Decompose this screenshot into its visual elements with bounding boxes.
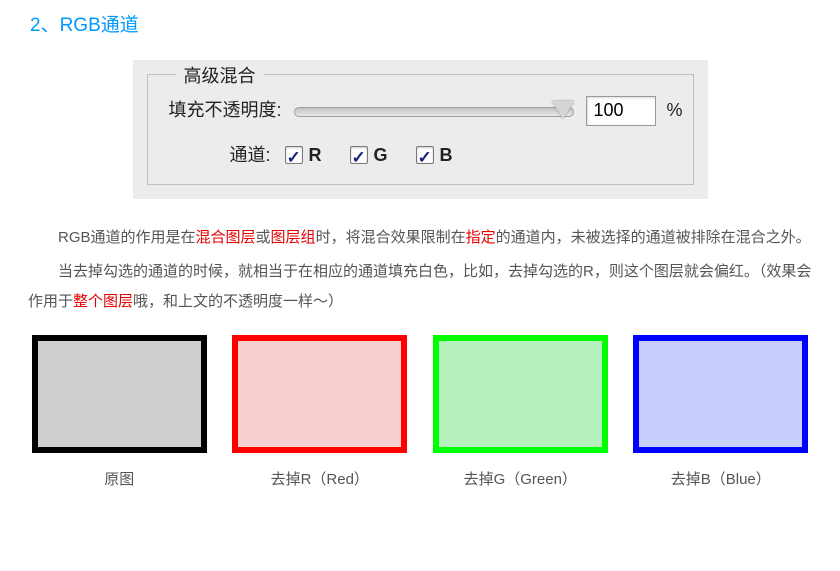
channel-b-item[interactable]: B [416, 140, 453, 171]
advanced-blend-panel: 高级混合 填充不透明度: % 通道: R [133, 60, 708, 199]
p1-r3: 指定 [466, 229, 496, 246]
opacity-label: 填充不透明度: [162, 95, 282, 126]
swatch-remove-r: 去掉R（Red） [229, 335, 412, 493]
p1-r1: 混合图层 [196, 229, 256, 246]
section-title: 2、RGB通道 [30, 10, 812, 42]
swatches-row: 原图 去掉R（Red） 去掉G（Green） 去掉B（Blue） [28, 335, 812, 493]
opacity-slider[interactable] [294, 101, 575, 121]
slider-thumb-icon[interactable] [552, 101, 574, 119]
channel-r-item[interactable]: R [285, 140, 322, 171]
swatch-remove-b: 去掉B（Blue） [630, 335, 813, 493]
p1-r2: 图层组 [271, 229, 316, 246]
swatch-g-caption: 去掉G（Green） [464, 467, 577, 493]
channel-row: 通道: R G B [230, 140, 683, 171]
swatch-original-box [32, 335, 207, 453]
p2-t2: 哦，和上文的不透明度一样～） [133, 293, 343, 310]
swatch-original-caption: 原图 [104, 467, 134, 493]
advanced-blend-fieldset: 高级混合 填充不透明度: % 通道: R [147, 74, 694, 185]
channel-g-item[interactable]: G [350, 140, 388, 171]
swatch-b-box [633, 335, 808, 453]
channel-label: 通道: [230, 140, 271, 171]
channel-r-label: R [309, 140, 322, 171]
slider-track [294, 107, 575, 117]
swatch-remove-g: 去掉G（Green） [429, 335, 612, 493]
swatch-g-box [433, 335, 608, 453]
swatch-b-caption: 去掉B（Blue） [671, 467, 771, 493]
fieldset-legend: 高级混合 [176, 61, 264, 92]
swatch-r-caption: 去掉R（Red） [271, 467, 369, 493]
p1-t1: RGB通道的作用是在 [58, 229, 196, 246]
checkbox-b-icon[interactable] [416, 146, 434, 164]
checkbox-r-icon[interactable] [285, 146, 303, 164]
channel-b-label: B [440, 140, 453, 171]
swatch-original: 原图 [28, 335, 211, 493]
p1-t3: 时，将混合效果限制在 [316, 229, 466, 246]
channel-checkbox-group: R G B [285, 140, 453, 171]
panel-wrapper: 高级混合 填充不透明度: % 通道: R [28, 60, 812, 199]
opacity-row: 填充不透明度: % [162, 95, 683, 126]
channel-g-label: G [374, 140, 388, 171]
paragraph-2: 当去掉勾选的通道的时候，就相当于在相应的通道填充白色，比如，去掉勾选的R，则这个… [28, 257, 812, 317]
opacity-input[interactable] [586, 96, 656, 126]
checkbox-g-icon[interactable] [350, 146, 368, 164]
percent-label: % [666, 95, 682, 126]
p1-t4: 的通道内，未被选择的通道被排除在混合之外。 [496, 229, 811, 246]
swatch-r-box [232, 335, 407, 453]
p2-r1: 整个图层 [73, 293, 133, 310]
p1-t2: 或 [256, 229, 271, 246]
paragraph-1: RGB通道的作用是在混合图层或图层组时，将混合效果限制在指定的通道内，未被选择的… [28, 223, 812, 253]
